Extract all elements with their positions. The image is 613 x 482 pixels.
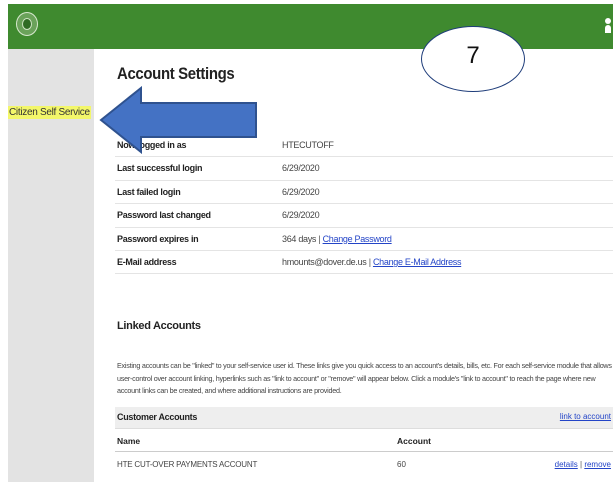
setting-value: 6/29/2020 xyxy=(282,186,320,197)
table-row: HTE CUT-OVER PAYMENTS ACCOUNT 60 details… xyxy=(115,452,613,474)
step-number: 7 xyxy=(466,42,480,69)
change-password-link[interactable]: Change Password xyxy=(323,234,392,244)
account-name: HTE CUT-OVER PAYMENTS ACCOUNT xyxy=(117,460,258,469)
setting-row-password-changed: Password last changed 6/29/2020 xyxy=(115,204,613,228)
setting-value: 6/29/2020 xyxy=(282,210,320,221)
details-link[interactable]: details xyxy=(555,460,578,469)
page-title: Account Settings xyxy=(117,64,235,83)
setting-row-email: E-Mail address hmounts@dover.de.us | Cha… xyxy=(115,251,613,275)
column-header-name: Name xyxy=(117,436,141,446)
row-actions: details | remove xyxy=(555,460,611,469)
change-email-link[interactable]: Change E-Mail Address xyxy=(373,257,462,267)
linked-accounts-heading: Linked Accounts xyxy=(117,320,201,332)
separator: | xyxy=(368,256,371,267)
customer-accounts-header: Customer Accounts link to account xyxy=(115,407,613,429)
setting-label: E-Mail address xyxy=(117,256,177,267)
setting-row-password-expires: Password expires in 364 days | Change Pa… xyxy=(115,228,613,251)
link-to-account-link[interactable]: link to account xyxy=(560,412,611,421)
separator: | xyxy=(580,460,583,469)
setting-value: HTECUTOFF xyxy=(282,140,334,150)
user-icon[interactable] xyxy=(605,18,611,34)
customer-accounts-title: Customer Accounts xyxy=(117,412,198,422)
setting-row-last-failed-login: Last failed login 6/29/2020 xyxy=(115,181,613,205)
account-number: 60 xyxy=(397,460,406,469)
separator: | xyxy=(318,233,321,244)
setting-label: Last failed login xyxy=(117,186,181,197)
setting-value: 6/29/2020 xyxy=(282,163,320,174)
column-header-account: Account xyxy=(397,436,431,446)
setting-label: Password expires in xyxy=(117,233,199,244)
setting-value: hmounts@dover.de.us xyxy=(282,256,367,267)
city-seal-icon[interactable] xyxy=(16,12,38,36)
linked-accounts-description: Existing accounts can be "linked" to you… xyxy=(117,361,612,395)
setting-value-group: 364 days | Change Password xyxy=(282,234,392,244)
step-callout: 7 xyxy=(421,26,525,92)
account-settings-list: Now logged in as HTECUTOFF Last successf… xyxy=(115,134,613,275)
setting-label: Last successful login xyxy=(117,163,203,174)
setting-value-group: hmounts@dover.de.us | Change E-Mail Addr… xyxy=(282,256,462,267)
setting-label: Password last changed xyxy=(117,210,211,221)
left-arrow-icon xyxy=(99,86,257,154)
setting-value: 364 days xyxy=(282,233,317,244)
setting-row-last-successful-login: Last successful login 6/29/2020 xyxy=(115,157,613,181)
table-column-headers: Name Account xyxy=(115,429,613,452)
remove-link[interactable]: remove xyxy=(584,460,611,469)
sidebar-item-citizen-self-service[interactable]: Citizen Self Service xyxy=(8,106,91,119)
